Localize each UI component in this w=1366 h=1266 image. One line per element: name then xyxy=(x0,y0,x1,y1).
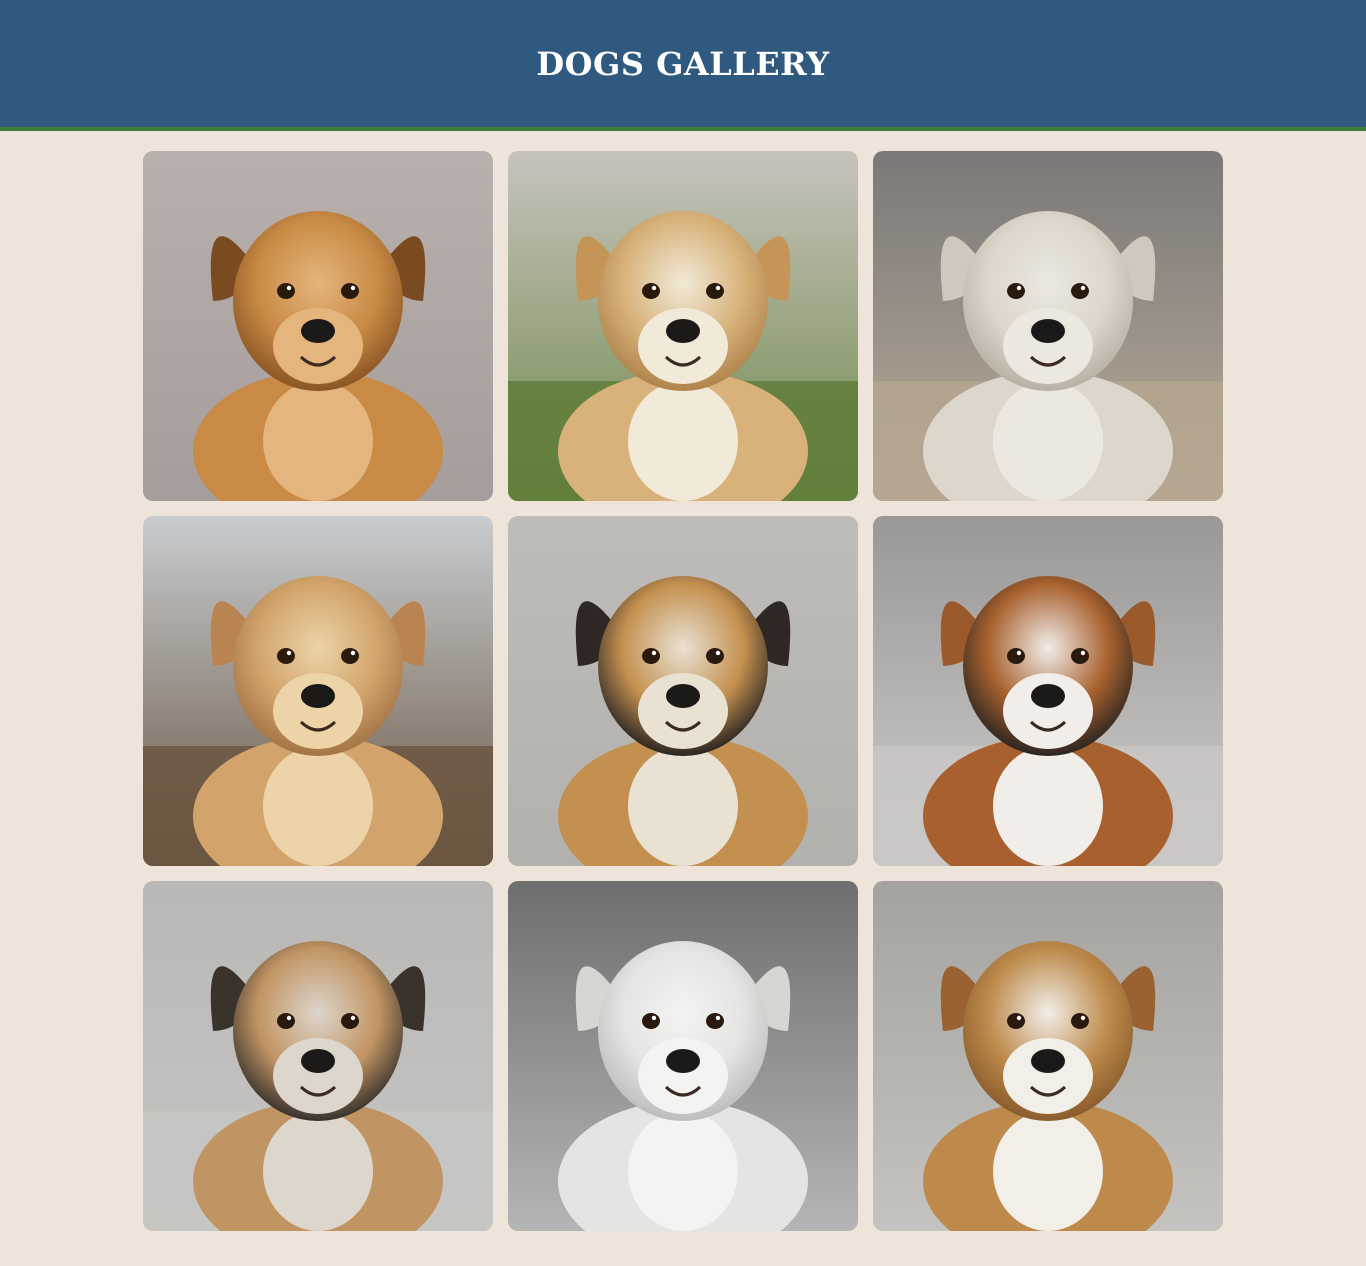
dog-left-eye xyxy=(642,283,660,299)
dog-left-eye xyxy=(277,283,295,299)
gallery-card-german-shepherd-standing[interactable] xyxy=(143,881,493,1231)
site-header: DOGS GALLERY xyxy=(0,0,1366,131)
eye-highlight xyxy=(715,650,721,656)
dog-chest xyxy=(993,746,1103,866)
dog-nose xyxy=(301,684,335,708)
dog-chest xyxy=(263,746,373,866)
dog-photo xyxy=(143,881,493,1231)
eye-highlight xyxy=(1080,650,1086,656)
eye-highlight xyxy=(1016,285,1022,291)
eye-highlight xyxy=(286,285,292,291)
dog-left-eye xyxy=(1007,648,1025,664)
eye-highlight xyxy=(651,285,657,291)
dog-right-eye xyxy=(706,1013,724,1029)
gallery-card-tricolor-collie-lying[interactable] xyxy=(873,516,1223,866)
dog-nose xyxy=(666,684,700,708)
eye-highlight xyxy=(715,285,721,291)
dog-photo xyxy=(508,516,858,866)
dog-right-eye xyxy=(1071,1013,1089,1029)
gallery-card-shepherd-mix-lying-in-field[interactable] xyxy=(143,516,493,866)
dog-photo xyxy=(873,151,1223,501)
gallery-card-tan-dog-portrait[interactable] xyxy=(873,881,1223,1231)
dog-chest xyxy=(628,381,738,501)
dog-chest xyxy=(993,381,1103,501)
dog-chest xyxy=(628,1111,738,1231)
dog-nose xyxy=(301,319,335,343)
dog-left-eye xyxy=(1007,1013,1025,1029)
eye-highlight xyxy=(1016,650,1022,656)
dog-photo xyxy=(508,151,858,501)
eye-highlight xyxy=(1016,1015,1022,1021)
dog-nose xyxy=(301,1049,335,1073)
gallery-card-cream-dog-lying-on-grass[interactable] xyxy=(508,151,858,501)
dog-right-eye xyxy=(706,283,724,299)
dog-right-eye xyxy=(341,283,359,299)
dog-right-eye xyxy=(341,648,359,664)
dogs-gallery-grid xyxy=(143,151,1223,1231)
gallery-card-black-and-tan-dog-portrait[interactable] xyxy=(508,516,858,866)
dog-left-eye xyxy=(277,648,295,664)
eye-highlight xyxy=(350,650,356,656)
gallery-card-white-dog-sitting[interactable] xyxy=(873,151,1223,501)
dog-nose xyxy=(1031,319,1065,343)
dog-photo xyxy=(143,151,493,501)
gallery-card-golden-dog-portrait[interactable] xyxy=(143,151,493,501)
dog-nose xyxy=(1031,1049,1065,1073)
eye-highlight xyxy=(1080,1015,1086,1021)
dog-right-eye xyxy=(341,1013,359,1029)
page-title: DOGS GALLERY xyxy=(536,44,830,83)
eye-highlight xyxy=(651,650,657,656)
dog-chest xyxy=(263,1111,373,1231)
eye-highlight xyxy=(715,1015,721,1021)
dog-nose xyxy=(666,1049,700,1073)
dog-photo xyxy=(508,881,858,1231)
dog-right-eye xyxy=(1071,283,1089,299)
dog-left-eye xyxy=(642,648,660,664)
dog-chest xyxy=(628,746,738,866)
dog-nose xyxy=(666,319,700,343)
eye-highlight xyxy=(651,1015,657,1021)
gallery-card-white-dog-with-collar[interactable] xyxy=(508,881,858,1231)
dog-right-eye xyxy=(706,648,724,664)
dog-photo xyxy=(873,516,1223,866)
eye-highlight xyxy=(1080,285,1086,291)
dog-chest xyxy=(263,381,373,501)
dog-nose xyxy=(1031,684,1065,708)
eye-highlight xyxy=(350,285,356,291)
dog-left-eye xyxy=(1007,283,1025,299)
dog-chest xyxy=(993,1111,1103,1231)
dog-photo xyxy=(143,516,493,866)
dog-left-eye xyxy=(642,1013,660,1029)
eye-highlight xyxy=(286,650,292,656)
eye-highlight xyxy=(286,1015,292,1021)
dog-right-eye xyxy=(1071,648,1089,664)
eye-highlight xyxy=(350,1015,356,1021)
dog-left-eye xyxy=(277,1013,295,1029)
dog-photo xyxy=(873,881,1223,1231)
